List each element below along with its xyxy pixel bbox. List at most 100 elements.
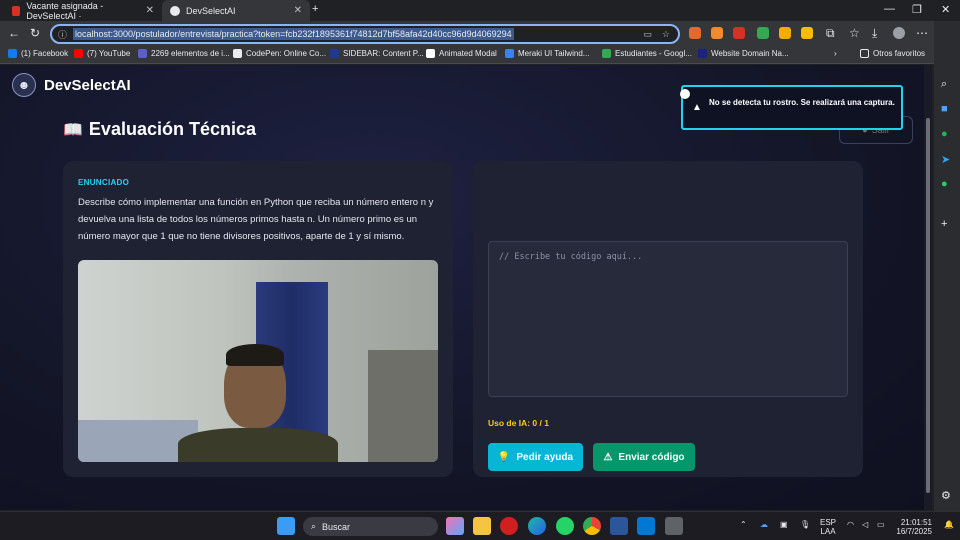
add-icon[interactable]: + — [941, 218, 947, 230]
back-icon[interactable]: ← — [8, 26, 20, 40]
search-icon[interactable]: ⌕ — [941, 78, 947, 91]
windows-taskbar: ⌕ Buscar ⌃ ☁ ▣ 🎙 ESP LAA ◠ ◁ ▭ 21:01:51 … — [0, 511, 960, 540]
outlook-icon[interactable]: ■ — [941, 103, 948, 115]
bookmark-website-domain[interactable]: Website Domain Na... — [698, 49, 789, 58]
spotify-icon[interactable]: ● — [941, 128, 948, 140]
bookmark-facebook[interactable]: (1) Facebook — [8, 49, 68, 58]
warning-icon: ⚠ — [603, 451, 613, 463]
camera-icon[interactable]: ▭ — [643, 29, 652, 40]
editor-placeholder: // Escribe tu código aquí... — [499, 252, 643, 262]
lightbulb-icon: 💡 — [497, 451, 511, 463]
notifications-icon[interactable]: 🔔 — [944, 520, 954, 529]
face-warning-toast: ▲ No se detecta tu rostro. Se realizará … — [680, 85, 903, 130]
favorites-icon[interactable]: ☆ — [849, 26, 860, 40]
wifi-icon[interactable]: ◠ — [847, 520, 854, 529]
scroll-thumb[interactable] — [926, 118, 930, 493]
tab-devselectai[interactable]: DevSelectAI ✕ — [162, 0, 310, 21]
book-icon: 📖 — [63, 121, 83, 139]
download-icon[interactable]: ⤓ — [872, 26, 877, 41]
whatsapp-icon[interactable] — [556, 517, 574, 535]
volume-icon[interactable]: ◁ — [862, 520, 868, 529]
toast-message: No se detecta tu rostro. Se realizará un… — [709, 98, 895, 107]
toast-dot — [680, 89, 690, 99]
bookmark-icon — [505, 49, 514, 58]
clock[interactable]: 21:01:51 16/7/2025 — [896, 518, 932, 536]
extension-icon[interactable] — [733, 27, 745, 39]
copilot-icon[interactable] — [446, 517, 464, 535]
devselectai-favicon-icon — [170, 5, 180, 16]
battery-icon[interactable]: ▭ — [877, 520, 885, 529]
search-icon: ⌕ — [311, 521, 317, 531]
bookmark-codepen[interactable]: CodePen: Online Co... — [233, 49, 326, 58]
calculator-icon[interactable] — [665, 517, 683, 535]
bookmark-icon — [698, 49, 707, 58]
tab-vacante[interactable]: Vacante asignada - DevSelectAI · ✕ — [4, 0, 162, 21]
avatar[interactable] — [893, 27, 905, 39]
brand[interactable]: ☻ DevSelectAI — [12, 73, 131, 97]
microphone-icon[interactable]: 🎙 — [800, 520, 810, 529]
page-title: 📖 Evaluación Técnica — [63, 119, 256, 139]
webcam-preview — [78, 260, 438, 462]
facebook-icon — [8, 49, 17, 58]
browser-toolbar: ← ↻ ⓘ localhost:3000/postulador/entrevis… — [0, 21, 960, 46]
chrome-icon[interactable] — [583, 517, 601, 535]
windows-start-icon[interactable] — [277, 517, 295, 535]
edge-icon[interactable] — [528, 517, 546, 535]
gmail-icon — [12, 5, 21, 16]
more-icon[interactable]: ⋯ — [916, 26, 928, 40]
minimize-icon[interactable]: — — [884, 3, 895, 15]
address-bar[interactable]: ⓘ localhost:3000/postulador/entrevista/p… — [50, 24, 680, 44]
bookmark-animated-modal[interactable]: Animated Modal — [426, 49, 497, 58]
opera-icon[interactable] — [500, 517, 518, 535]
extension-icon[interactable] — [689, 27, 701, 39]
ask-help-button[interactable]: 💡 Pedir ayuda — [488, 443, 583, 471]
statement-label: ENUNCIADO — [78, 178, 130, 187]
submit-code-button[interactable]: ⚠ Enviar código — [593, 443, 695, 471]
tray-chevron-icon[interactable]: ⌃ — [740, 520, 747, 529]
google-drive-icon — [602, 49, 611, 58]
brave-icon[interactable] — [711, 27, 723, 39]
bookmark-icon — [426, 49, 435, 58]
onedrive-icon[interactable]: ☁ — [760, 520, 768, 529]
word-icon[interactable] — [610, 517, 628, 535]
browser-tab-bar: Vacante asignada - DevSelectAI · ✕ DevSe… — [0, 0, 960, 21]
bookmark-sidebar[interactable]: SIDEBAR: Content P... — [330, 49, 424, 58]
brand-name: DevSelectAI — [44, 76, 131, 94]
puzzle-icon[interactable]: ⧉ — [826, 26, 835, 41]
url-text[interactable]: localhost:3000/postulador/entrevista/pra… — [73, 28, 514, 40]
bookmarks-bar: (1) Facebook (7) YouTube 2269 elementos … — [0, 46, 960, 64]
bookmarks-overflow-icon[interactable]: › — [834, 49, 837, 58]
bookmark-icon — [330, 49, 339, 58]
folder-icon — [860, 49, 869, 58]
bookmark-youtube[interactable]: (7) YouTube — [74, 49, 130, 58]
telegram-icon[interactable]: ➤ — [941, 153, 950, 166]
reload-icon[interactable]: ↻ — [30, 26, 40, 40]
bookmark-elementos[interactable]: 2269 elementos de i... — [138, 49, 230, 58]
whatsapp-icon[interactable]: ● — [941, 178, 948, 190]
vscode-icon[interactable] — [637, 517, 655, 535]
statement-card: ENUNCIADO Describe cómo implementar una … — [63, 161, 453, 477]
code-editor[interactable]: // Escribe tu código aquí... — [488, 241, 848, 397]
close-tab-icon[interactable]: ✕ — [294, 5, 302, 16]
site-info-icon[interactable]: ⓘ — [58, 28, 67, 41]
warning-icon: ▲ — [692, 102, 702, 113]
taskbar-search[interactable]: ⌕ Buscar — [303, 517, 438, 536]
close-tab-icon[interactable]: ✕ — [146, 5, 154, 16]
extension-icon[interactable] — [779, 27, 791, 39]
codepen-icon — [233, 49, 242, 58]
shield-icon[interactable] — [757, 27, 769, 39]
bookmark-meraki[interactable]: Meraki UI Tailwind... — [505, 49, 589, 58]
new-tab-button[interactable]: + — [312, 3, 318, 15]
close-window-icon[interactable]: ✕ — [941, 3, 950, 16]
input-language[interactable]: ESP LAA — [820, 518, 836, 536]
folder-icon[interactable] — [473, 517, 491, 535]
settings-icon[interactable]: ⚙ — [941, 489, 951, 502]
ia-usage-counter: Uso de IA: 0 / 1 — [488, 418, 549, 428]
extension-icon[interactable] — [801, 27, 813, 39]
star-icon[interactable]: ☆ — [662, 29, 670, 40]
bookmark-otros-favoritos[interactable]: Otros favoritos — [860, 49, 925, 58]
maximize-icon[interactable]: ❐ — [912, 3, 922, 16]
bookmark-estudiantes[interactable]: Estudiantes - Googl... — [602, 49, 692, 58]
youtube-icon — [74, 49, 83, 58]
tray-icon[interactable]: ▣ — [780, 520, 788, 529]
